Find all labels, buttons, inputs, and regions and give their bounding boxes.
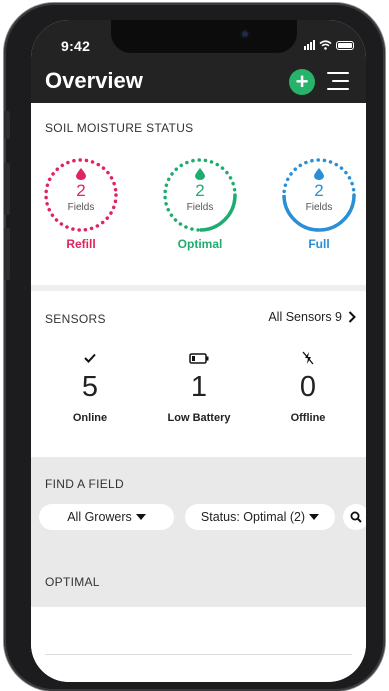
growers-filter-value: All Growers (67, 510, 132, 524)
battery-icon (336, 41, 354, 50)
section-divider (31, 285, 366, 291)
check-icon (40, 351, 140, 365)
refill-unit: Fields (67, 202, 95, 213)
plus-icon: + (295, 69, 309, 94)
full-unit: Fields (305, 202, 333, 213)
drop-icon (314, 168, 324, 180)
optimal-count: 2 (195, 181, 205, 200)
notch (111, 20, 297, 53)
caret-down-icon (309, 514, 320, 520)
system-icons (304, 40, 354, 50)
all-sensors-link[interactable]: All Sensors 9 (268, 310, 356, 324)
phone-frame: 9:42 Overview + SOIL MOISTURE STATUS 2 F… (4, 3, 385, 691)
volume-up-button (4, 163, 10, 215)
wifi-icon (319, 40, 332, 50)
soil-section-title: SOIL MOISTURE STATUS (45, 121, 194, 135)
drop-icon (76, 168, 86, 180)
refill-count: 2 (76, 181, 86, 200)
menu-button[interactable] (327, 72, 349, 92)
offline-count: 0 (299, 371, 317, 403)
optimal-list-title: OPTIMAL (45, 575, 100, 589)
optimal-label: Optimal (177, 237, 223, 251)
camera-icon (240, 29, 250, 39)
all-sensors-label: All Sensors 9 (268, 310, 342, 324)
signal-icon (304, 40, 315, 50)
optimal-gauge[interactable]: 2 Fields (162, 157, 238, 233)
full-count: 2 (314, 181, 324, 200)
status-filter-value: Status: Optimal (2) (200, 510, 306, 524)
app-header: Overview + (31, 60, 366, 103)
battery-low-icon (149, 351, 249, 365)
drop-icon (195, 168, 205, 180)
add-button[interactable]: + (289, 69, 315, 95)
search-button[interactable] (343, 504, 366, 530)
app-screen: 9:42 Overview + SOIL MOISTURE STATUS 2 F… (31, 20, 366, 682)
online-label: Online (72, 412, 108, 424)
status-bar: 9:42 (31, 20, 366, 60)
full-label: Full (308, 237, 330, 251)
find-field-title: FIND A FIELD (45, 477, 124, 491)
status-time: 9:42 (61, 38, 91, 54)
page-title: Overview (45, 68, 143, 93)
offline-label: Offline (290, 412, 326, 424)
growers-filter-dropdown[interactable]: All Growers (39, 504, 174, 530)
optimal-unit: Fields (186, 202, 214, 213)
menu-icon (327, 72, 349, 74)
list-divider (45, 654, 352, 655)
refill-label: Refill (66, 237, 96, 251)
mute-switch (4, 111, 10, 139)
online-count: 5 (81, 371, 99, 403)
caret-down-icon (135, 514, 146, 520)
sensors-section-title: SENSORS (45, 312, 106, 326)
no-power-icon (258, 351, 358, 365)
full-gauge[interactable]: 2 Fields (281, 157, 357, 233)
status-filter-dropdown[interactable]: Status: Optimal (2) (185, 504, 335, 530)
field-list (31, 607, 366, 682)
chevron-right-icon (348, 311, 356, 323)
low-battery-count: 1 (190, 371, 208, 403)
refill-gauge[interactable]: 2 Fields (43, 157, 119, 233)
search-icon (350, 511, 362, 523)
volume-down-button (4, 228, 10, 280)
low-battery-label: Low Battery (167, 412, 231, 424)
